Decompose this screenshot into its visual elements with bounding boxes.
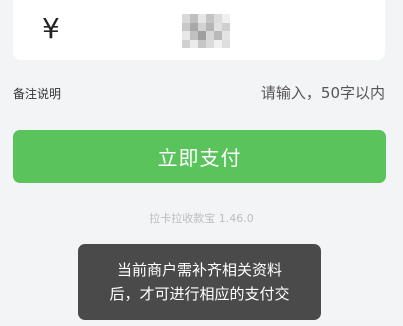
remark-row: 备注说明 [13,80,385,106]
mosaic-block [206,39,214,48]
mosaic-block [198,22,206,31]
mosaic-block [198,31,206,40]
mosaic-block [182,39,190,48]
mosaic-block [214,39,222,48]
mosaic-block [214,31,222,40]
app-version-label: 拉卡拉收款宝 1.46.0 [149,212,254,225]
mosaic-block [222,39,230,48]
toast-line-1: 当前商户需补齐相关资料 [116,261,282,279]
mosaic-block [190,14,198,23]
masked-amount [182,14,230,48]
pay-now-button[interactable]: 立即支付 [13,130,386,183]
mosaic-block [198,14,206,23]
mosaic-block [214,22,222,31]
mosaic-block [182,31,190,40]
mosaic-block [198,39,206,48]
currency-symbol: ¥ [42,12,60,45]
mosaic-block [222,22,230,31]
mosaic-block [182,22,190,31]
mosaic-block [222,31,230,40]
mosaic-block [206,31,214,40]
payment-screen: ¥ 备注说明 立即支付 拉卡拉收款宝 1.46.0 当前商户需补齐相关资料 后，… [0,0,403,326]
mosaic-block [190,39,198,48]
mosaic-block [214,14,222,23]
mosaic-block [182,14,190,23]
mosaic-block [206,14,214,23]
remark-input[interactable] [185,80,385,106]
mosaic-block [190,22,198,31]
amount-card: ¥ [13,0,385,60]
toast-line-2: 后，才可进行相应的支付交 [109,285,290,303]
mosaic-block [190,31,198,40]
mosaic-block [222,14,230,23]
mosaic-block [206,22,214,31]
remark-label: 备注说明 [13,87,62,101]
toast-message: 当前商户需补齐相关资料 后，才可进行相应的支付交 [78,244,321,320]
